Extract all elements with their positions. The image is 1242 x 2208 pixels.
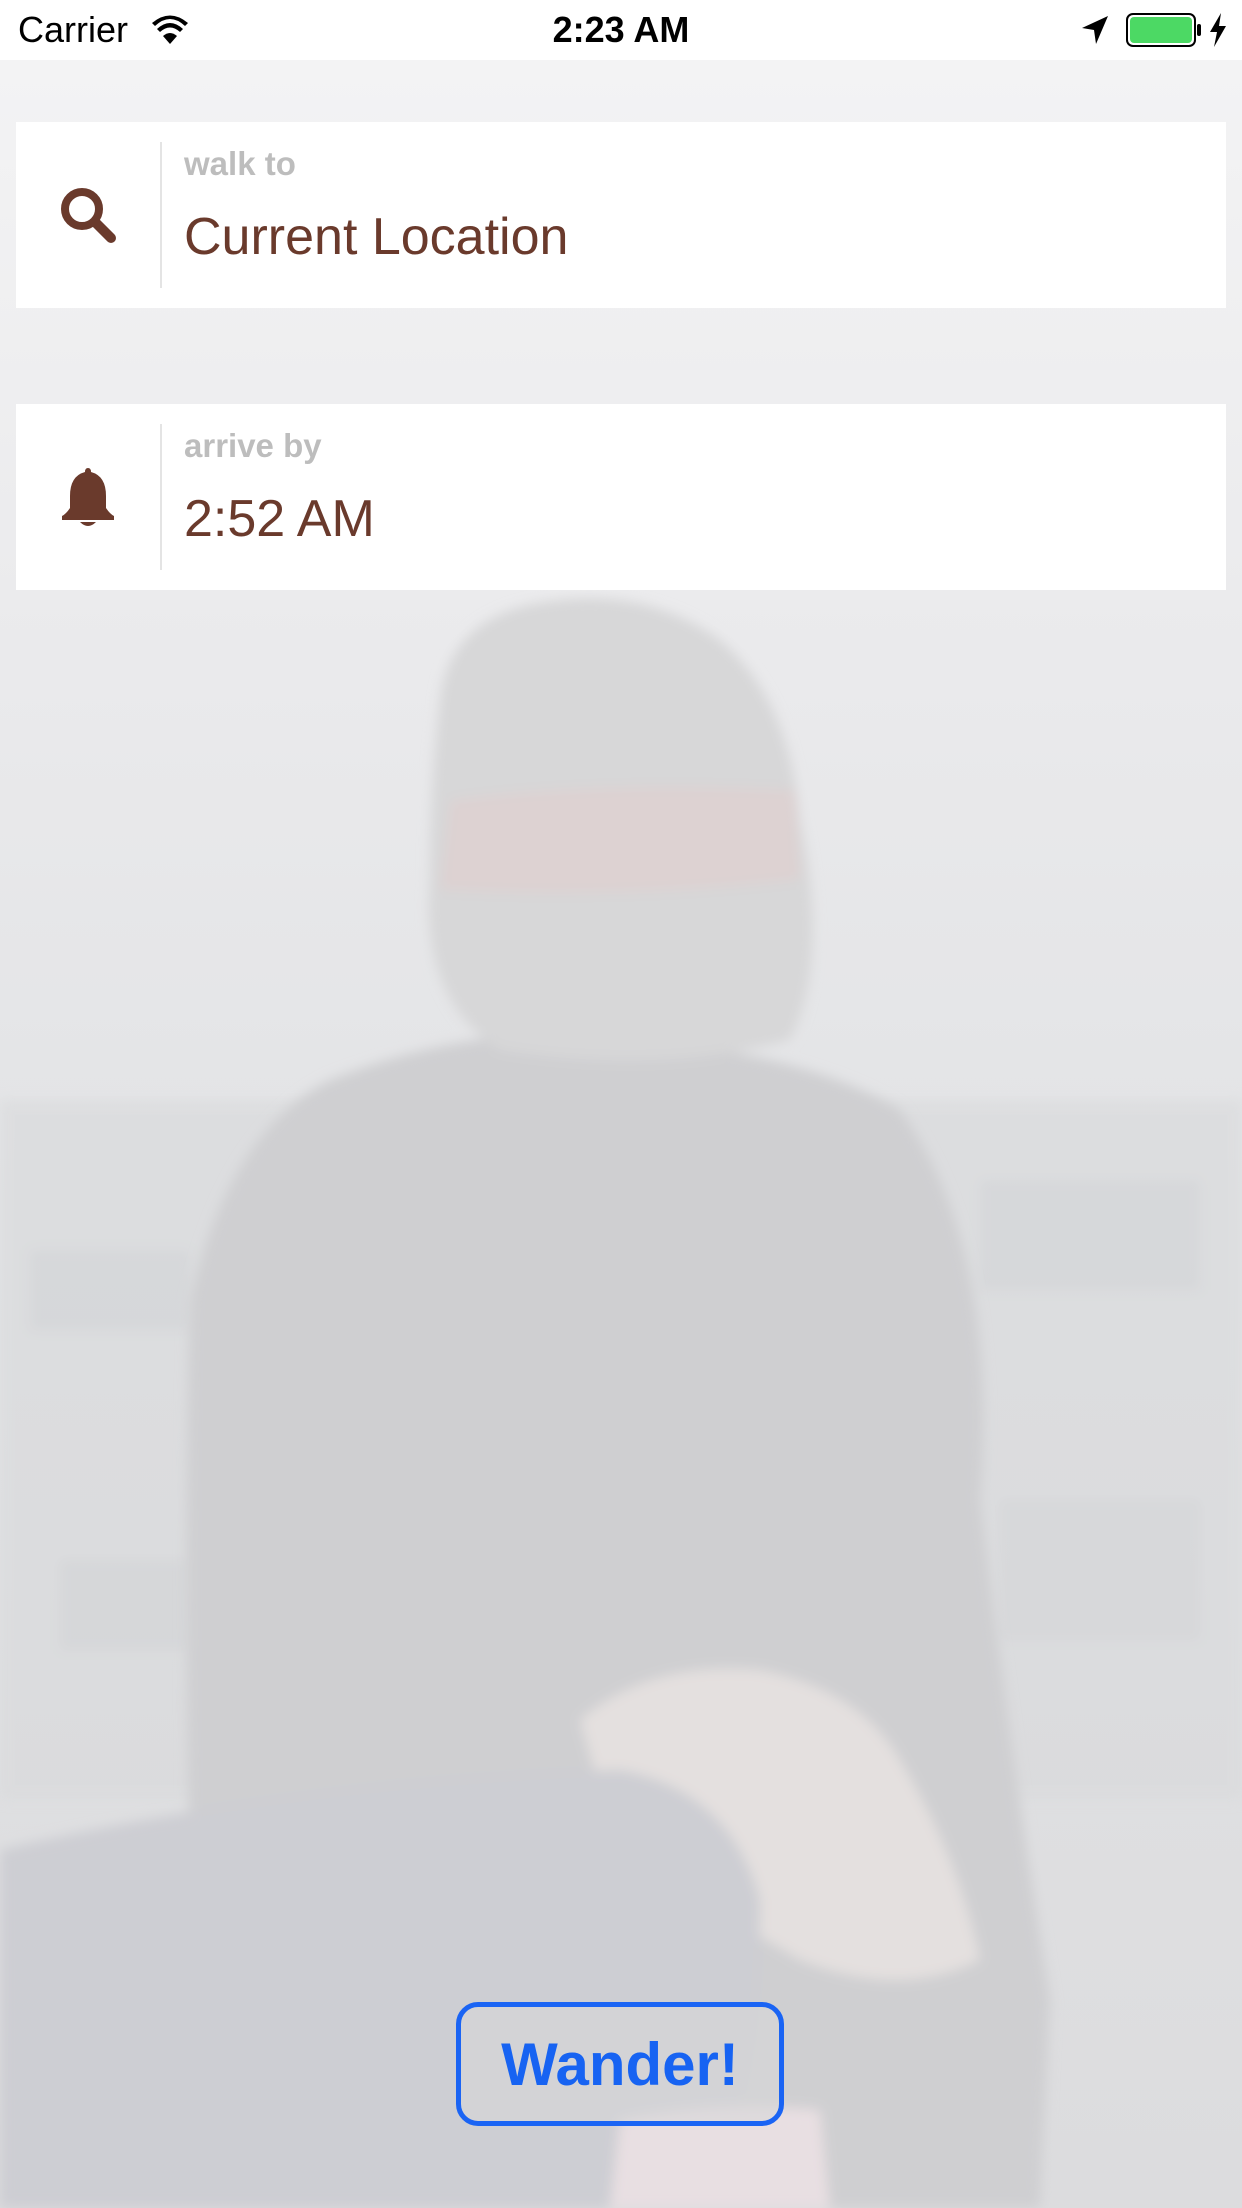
card-divider xyxy=(160,424,162,570)
bell-icon-container xyxy=(16,404,160,590)
arrival-value[interactable]: 2:52 AM xyxy=(184,486,375,552)
status-bar: Carrier 2:23 AM xyxy=(0,0,1242,60)
arrival-label: arrive by xyxy=(184,427,322,464)
bell-icon xyxy=(62,468,114,526)
search-icon-container xyxy=(16,122,160,308)
background-photo xyxy=(0,0,1242,2208)
app-screen: Carrier 2:23 AM walk to Current Location… xyxy=(0,0,1242,2208)
wander-button[interactable]: Wander! xyxy=(456,2002,784,2126)
location-arrow-icon xyxy=(1082,16,1108,44)
destination-label: walk to xyxy=(184,145,296,182)
arrival-time-field[interactable]: arrive by 2:52 AM xyxy=(16,404,1226,590)
card-divider xyxy=(160,142,162,288)
battery-icon xyxy=(1126,13,1201,47)
search-icon xyxy=(61,188,116,243)
destination-field[interactable]: walk to Current Location xyxy=(16,122,1226,308)
destination-value[interactable]: Current Location xyxy=(184,204,568,270)
charging-bolt-icon xyxy=(1210,13,1226,47)
status-time: 2:23 AM xyxy=(552,9,690,50)
